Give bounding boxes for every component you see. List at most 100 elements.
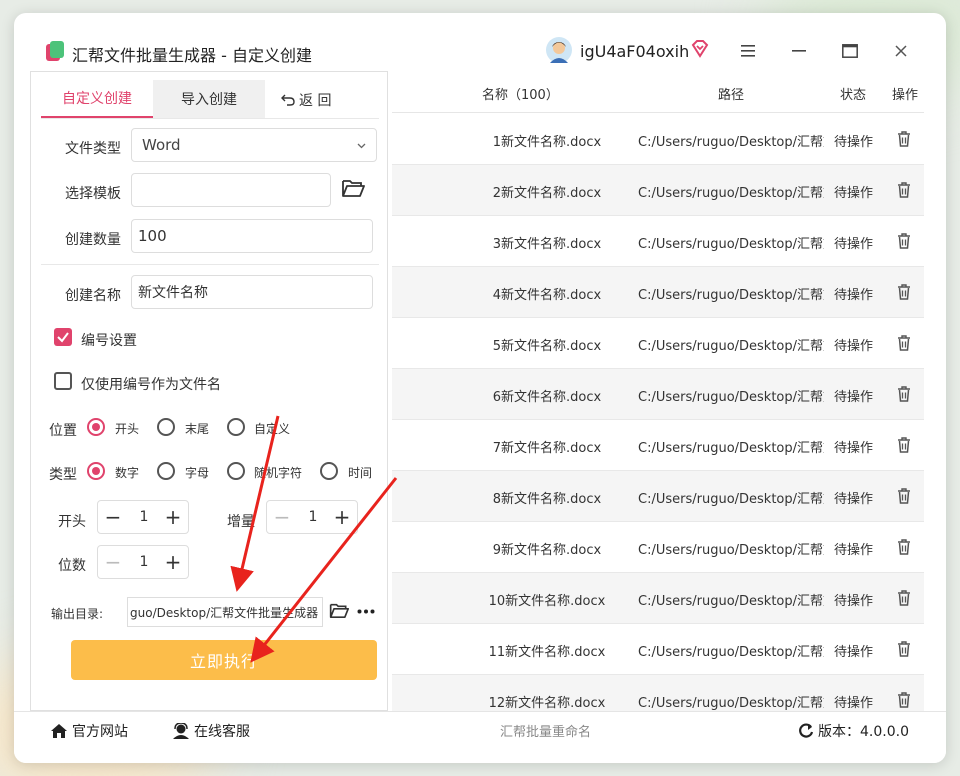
start-value: 1 [139,509,149,525]
digits-decrement-button[interactable]: − [98,546,128,578]
digits-increment-button[interactable]: + [158,546,188,578]
output-path-input[interactable]: guo/Desktop/汇帮文件批量生成器 [127,597,323,627]
trash-icon[interactable] [896,181,912,199]
row-file-path: C:/Users/ruguo/Desktop/汇帮文 [638,696,824,711]
tab-import-create[interactable]: 导入创建 [153,80,265,118]
avatar[interactable] [546,37,572,63]
folder-open-icon[interactable] [341,178,365,198]
trash-icon[interactable] [896,232,912,250]
table-row[interactable]: 9新文件名称.docx C:/Users/ruguo/Desktop/汇帮文 待操作 [392,522,924,573]
table-row[interactable]: 8新文件名称.docx C:/Users/ruguo/Desktop/汇帮文 待操作 [392,471,924,522]
template-input[interactable] [131,173,331,207]
settings-panel: 自定义创建 导入创建 返 回 文件类型 Word 选择模板 创建数量 100 创… [30,71,388,711]
increment-stepper[interactable]: − 1 + [266,500,358,534]
digits-value: 1 [139,554,149,570]
file-table: 名称（100） 路径 状态 操作 1新文件名称.docx C:/Users/rug… [392,71,924,711]
name-label: 创建名称 [65,288,121,304]
start-increment-button[interactable]: + [158,501,188,533]
folder-open-icon[interactable] [329,602,349,619]
row-file-path: C:/Users/ruguo/Desktop/汇帮文 [638,594,824,609]
increment-value: 1 [308,509,318,525]
header-action: 操作 [892,88,919,103]
trash-icon[interactable] [896,283,912,301]
table-row[interactable]: 4新文件名称.docx C:/Users/ruguo/Desktop/汇帮文 待操作 [392,267,924,318]
position-radio-custom[interactable] [227,418,245,436]
section-divider [41,264,379,265]
row-file-path: C:/Users/ruguo/Desktop/汇帮文 [638,237,824,252]
start-label: 开头 [58,514,86,530]
table-row[interactable]: 2新文件名称.docx C:/Users/ruguo/Desktop/汇帮文 待操作 [392,165,924,216]
increment-label: 增量 [227,514,255,530]
trash-icon[interactable] [896,589,912,607]
minimize-icon[interactable] [784,37,814,65]
count-input[interactable]: 100 [131,219,373,253]
only-number-checkbox[interactable] [54,372,72,390]
vip-diamond-icon[interactable] [690,39,710,59]
position-radio-end[interactable] [157,418,175,436]
app-window: 汇帮文件批量生成器 - 自定义创建 igU4aF04oxih 自定义创建 导入创… [14,13,946,763]
increment-increment-button[interactable]: + [327,501,357,533]
online-support-link[interactable]: 在线客服 [172,721,250,741]
trash-icon[interactable] [896,691,912,709]
trash-icon[interactable] [896,130,912,148]
table-row[interactable]: 1新文件名称.docx C:/Users/ruguo/Desktop/汇帮文 待操作 [392,114,924,165]
header-name[interactable]: 名称（100） [482,84,559,103]
window-title: 汇帮文件批量生成器 - 自定义创建 [72,46,312,65]
row-file-name: 10新文件名称.docx [488,594,606,609]
more-icon[interactable] [357,609,375,614]
table-row[interactable]: 5新文件名称.docx C:/Users/ruguo/Desktop/汇帮文 待操作 [392,318,924,369]
numbering-checkbox[interactable] [54,328,72,346]
row-status: 待操作 [834,543,874,558]
row-file-path: C:/Users/ruguo/Desktop/汇帮文 [638,543,824,558]
app-logo-icon [46,41,64,61]
start-decrement-button[interactable]: − [98,501,128,533]
position-option-custom: 自定义 [254,422,291,436]
header-path[interactable]: 路径 [718,84,744,103]
row-file-name: 5新文件名称.docx [492,339,602,354]
row-status: 待操作 [834,339,874,354]
close-icon[interactable] [886,37,916,65]
type-radio-letter[interactable] [157,462,175,480]
support-agent-icon [173,723,189,739]
table-row[interactable]: 10新文件名称.docx C:/Users/ruguo/Desktop/汇帮文 待操… [392,573,924,624]
type-radio-time[interactable] [320,462,338,480]
trash-icon[interactable] [896,334,912,352]
version-check-button[interactable]: 版本：4.0.0.0 [798,721,909,741]
trash-icon[interactable] [896,436,912,454]
menu-icon[interactable] [733,37,763,65]
maximize-icon[interactable] [835,37,865,65]
table-row[interactable]: 7新文件名称.docx C:/Users/ruguo/Desktop/汇帮文 待操作 [392,420,924,471]
table-row[interactable]: 11新文件名称.docx C:/Users/ruguo/Desktop/汇帮文 待操… [392,624,924,675]
trash-icon[interactable] [896,487,912,505]
name-input[interactable]: 新文件名称 [131,275,373,309]
row-file-name: 2新文件名称.docx [492,186,602,201]
table-row[interactable]: 3新文件名称.docx C:/Users/ruguo/Desktop/汇帮文 待操作 [392,216,924,267]
run-now-button[interactable]: 立即执行 [71,640,377,680]
row-file-name: 11新文件名称.docx [488,645,606,660]
online-support-label: 在线客服 [194,724,250,740]
trash-icon[interactable] [896,640,912,658]
table-row[interactable]: 6新文件名称.docx C:/Users/ruguo/Desktop/汇帮文 待操作 [392,369,924,420]
position-radio-start[interactable] [87,418,105,436]
digits-stepper[interactable]: − 1 + [97,545,189,579]
header-status[interactable]: 状态 [840,84,866,103]
type-label: 类型 [49,467,77,483]
official-website-link[interactable]: 官方网站 [50,721,128,741]
type-radio-random[interactable] [227,462,245,480]
trash-icon[interactable] [896,385,912,403]
file-type-select[interactable]: Word [131,128,377,162]
title-bar: 汇帮文件批量生成器 - 自定义创建 igU4aF04oxih [14,13,946,73]
type-option-random: 随机字符 [254,466,303,480]
type-radio-number[interactable] [87,462,105,480]
start-stepper[interactable]: − 1 + [97,500,189,534]
table-row[interactable]: 12新文件名称.docx C:/Users/ruguo/Desktop/汇帮文 待操… [392,675,924,711]
back-button[interactable]: 返 回 [281,90,331,110]
row-file-path: C:/Users/ruguo/Desktop/汇帮文 [638,339,824,354]
position-option-end: 末尾 [185,422,210,436]
tab-custom-create[interactable]: 自定义创建 [41,80,153,118]
only-number-label: 仅使用编号作为文件名 [81,377,221,393]
row-status: 待操作 [834,492,874,507]
increment-decrement-button[interactable]: − [267,501,297,533]
numbering-label: 编号设置 [81,333,137,349]
trash-icon[interactable] [896,538,912,556]
